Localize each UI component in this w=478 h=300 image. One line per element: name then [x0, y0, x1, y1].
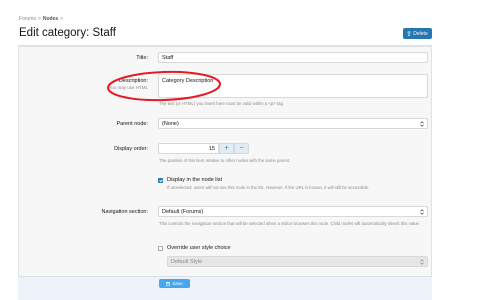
save-button[interactable]: Save — [159, 279, 190, 288]
annotation-ellipse — [107, 70, 221, 102]
display-in-list-hint: If unselected, users will not see this n… — [167, 185, 370, 190]
title-label: Title: — [136, 55, 148, 61]
display-order-hint: The position of this item relative to ot… — [159, 158, 291, 163]
delete-button-label: Delete — [413, 30, 428, 37]
form-footer — [18, 276, 432, 300]
breadcrumb-separator: > — [60, 16, 64, 22]
chevron-updown-icon — [420, 208, 424, 215]
override-style-label[interactable]: Override user style choice — [167, 245, 231, 251]
display-in-list-label[interactable]: Display in the node list — [167, 177, 222, 183]
page-title: Edit category: Staff — [19, 27, 116, 39]
chevron-updown-icon — [420, 120, 424, 127]
style-select-value: Default Style — [171, 258, 203, 265]
style-select[interactable]: Default Style — [167, 256, 428, 267]
save-icon — [166, 281, 171, 286]
parent-node-label: Parent node: — [116, 121, 149, 127]
decrement-button[interactable]: − — [234, 143, 249, 154]
breadcrumb-separator: > — [37, 16, 41, 22]
breadcrumb: Forums > Nodes > — [19, 16, 65, 22]
breadcrumb-nodes[interactable]: Nodes — [43, 16, 58, 22]
display-in-list-checkbox[interactable] — [158, 178, 163, 183]
navigation-section-value: Default (Forums) — [162, 208, 204, 215]
save-button-label: Save — [172, 281, 183, 286]
navigation-section-hint: This controls the navigation section tha… — [159, 221, 421, 226]
breadcrumb-forums[interactable]: Forums — [19, 16, 36, 22]
navigation-section-label: Navigation section: — [101, 209, 148, 215]
increment-button[interactable]: + — [219, 143, 234, 154]
parent-node-select[interactable]: (None) — [158, 118, 428, 129]
override-style-checkbox[interactable] — [158, 246, 163, 251]
delete-button[interactable]: Delete — [403, 28, 432, 39]
chevron-updown-icon — [420, 258, 424, 265]
navigation-section-select[interactable]: Default (Forums) — [158, 206, 428, 217]
parent-node-value: (None) — [162, 120, 179, 127]
display-order-label: Display order: — [114, 146, 148, 152]
trash-icon — [407, 31, 411, 36]
title-input[interactable]: Staff — [158, 52, 428, 63]
display-order-input[interactable]: 15 — [158, 143, 219, 154]
page-header: Forums > Nodes > Edit category: Staff Delet… — [0, 0, 478, 44]
